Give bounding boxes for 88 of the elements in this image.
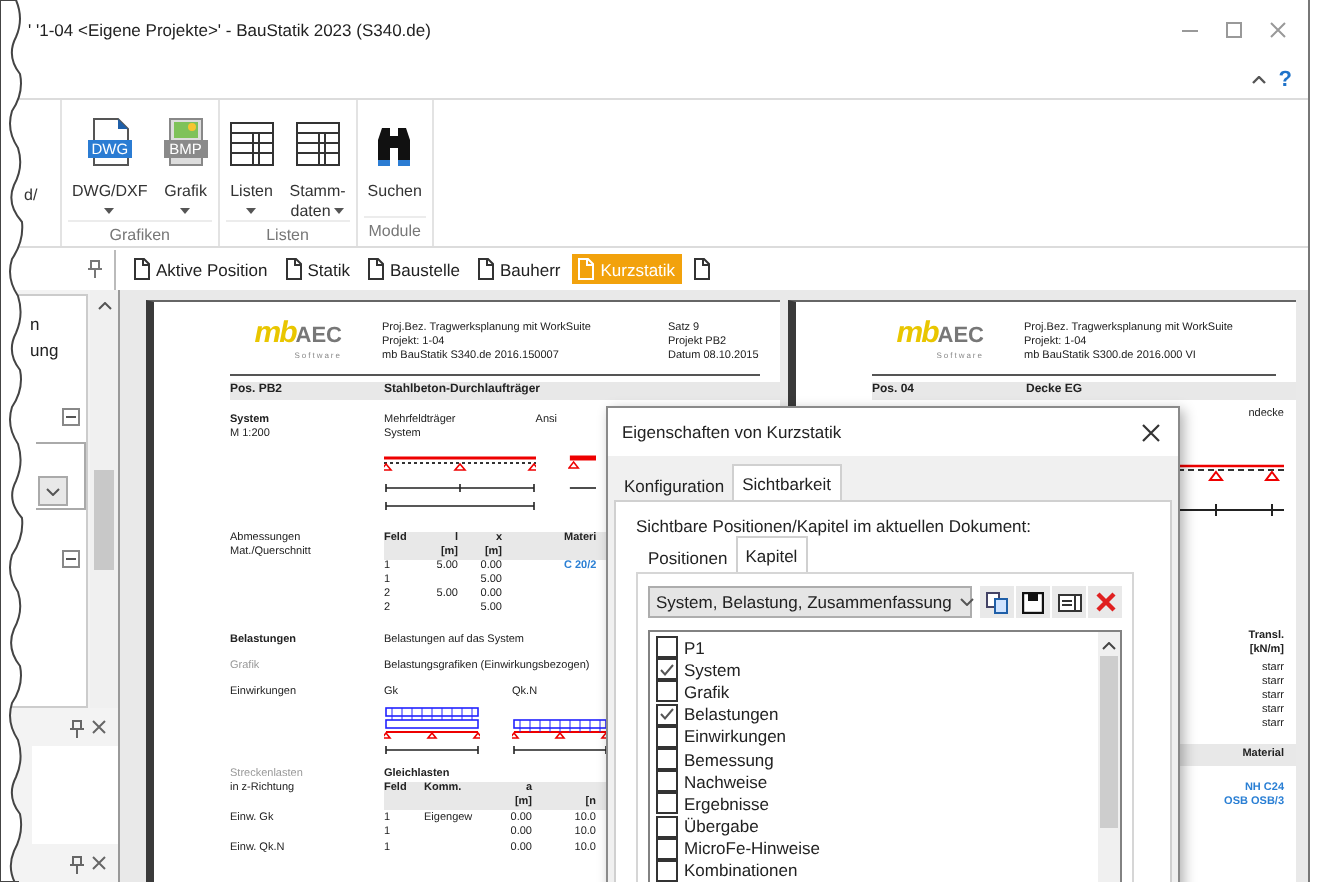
dropdown-field[interactable] bbox=[36, 442, 86, 510]
checkbox-label: Nachweise bbox=[684, 771, 768, 792]
checkbox[interactable] bbox=[656, 859, 678, 882]
checkbox-label: P1 bbox=[684, 637, 705, 658]
checkbox[interactable] bbox=[656, 815, 678, 838]
checkbox-label: Grafik bbox=[684, 681, 730, 702]
prompt-text: Sichtbare Positionen/Kapitel im aktuellen Dokument: bbox=[636, 516, 1031, 536]
list-button[interactable] bbox=[1052, 586, 1086, 618]
document-icon bbox=[134, 258, 150, 280]
document-icon bbox=[477, 258, 494, 280]
collapse-button[interactable] bbox=[62, 550, 80, 568]
chevron-down-icon bbox=[46, 487, 60, 495]
collapse-button[interactable] bbox=[62, 408, 80, 426]
save-icon bbox=[1022, 591, 1044, 613]
ribbon-group-label: Module bbox=[366, 222, 423, 244]
checkbox[interactable] bbox=[656, 792, 678, 815]
panel-text: n bbox=[30, 312, 42, 338]
checkbox[interactable] bbox=[656, 748, 678, 771]
copy-icon bbox=[986, 591, 1008, 613]
table-icon bbox=[295, 122, 340, 166]
delete-button[interactable] bbox=[1088, 586, 1122, 618]
checkbox-label: Einwirkungen bbox=[684, 726, 787, 747]
close-button[interactable] bbox=[1138, 419, 1164, 445]
ribbon-button-label: d/ bbox=[24, 186, 38, 204]
document-tab[interactable]: Bauherr bbox=[471, 254, 567, 284]
checkbox[interactable] bbox=[656, 680, 678, 703]
document-icon bbox=[693, 258, 710, 280]
binoculars-icon bbox=[376, 122, 413, 166]
document-tab[interactable]: Baustelle bbox=[362, 254, 466, 284]
copy-button[interactable] bbox=[980, 586, 1014, 618]
list-icon bbox=[1057, 593, 1081, 611]
checkmark-icon bbox=[660, 663, 674, 676]
checkbox-label: Kombinationen bbox=[684, 860, 798, 881]
close-icon bbox=[1270, 22, 1286, 38]
checkbox[interactable] bbox=[656, 658, 678, 681]
checkbox[interactable] bbox=[656, 703, 678, 726]
close-icon bbox=[92, 856, 106, 870]
document-icon bbox=[368, 258, 385, 280]
checkbox[interactable] bbox=[656, 636, 678, 659]
checkbox[interactable] bbox=[656, 725, 678, 748]
window-title: ' '1-04 <Eigene Projekte>' - BauStatik 2023 (S340.de) bbox=[28, 20, 433, 40]
ribbon-group-label: Listen bbox=[264, 226, 311, 246]
checkbox-label: MicroFe-Hinweise bbox=[684, 838, 821, 859]
save-button[interactable] bbox=[1016, 586, 1050, 618]
dialog-tab[interactable]: Konfiguration bbox=[616, 470, 733, 500]
checkmark-icon bbox=[660, 708, 674, 721]
help-button[interactable]: ? bbox=[1278, 67, 1292, 91]
load-diagram-drawing bbox=[384, 706, 480, 756]
close-icon bbox=[92, 719, 106, 734]
ribbon-button[interactable]: Listen bbox=[225, 106, 278, 220]
close-icon bbox=[1142, 423, 1160, 441]
minus-box-icon bbox=[62, 408, 80, 426]
ribbon-button[interactable]: Stamm- daten bbox=[285, 106, 350, 220]
pin-icon bbox=[70, 719, 84, 738]
checkbox-label: Bemessung bbox=[684, 749, 774, 770]
ribbon-button[interactable]: Suchen bbox=[363, 106, 426, 216]
delete-icon bbox=[1095, 592, 1115, 612]
checkbox-label: Belastungen bbox=[684, 704, 779, 725]
document-tab[interactable]: Aktive Position bbox=[128, 254, 274, 284]
pin-icon bbox=[70, 856, 84, 874]
chevron-down-icon bbox=[959, 598, 974, 606]
document-tab[interactable]: Statik bbox=[279, 254, 357, 284]
checkbox-label: Ergebnisse bbox=[684, 793, 770, 814]
maximize-icon bbox=[1226, 22, 1242, 38]
checkbox-label: Übergabe bbox=[684, 816, 759, 837]
scrollbar-thumb[interactable] bbox=[94, 470, 114, 570]
document-icon bbox=[285, 258, 302, 280]
scrollbar-thumb[interactable] bbox=[1100, 656, 1118, 828]
dialog-title: Eigenschaften von Kurzstatik bbox=[622, 422, 844, 442]
checkbox-label: System bbox=[684, 659, 741, 680]
chevron-up-icon bbox=[1252, 75, 1267, 83]
dialog-tab[interactable]: Positionen bbox=[640, 542, 736, 572]
pin-icon bbox=[88, 260, 102, 278]
checkbox[interactable] bbox=[656, 837, 678, 860]
ribbon-group-label: Grafiken bbox=[107, 226, 172, 246]
document-icon bbox=[578, 258, 595, 280]
scroll-up-icon bbox=[97, 302, 111, 310]
table-icon bbox=[229, 122, 274, 166]
pin-button[interactable] bbox=[70, 856, 84, 874]
dialog-tab[interactable]: Kapitel bbox=[735, 536, 808, 572]
panel-text: ung bbox=[30, 338, 61, 364]
pin-button[interactable] bbox=[70, 719, 84, 738]
checkbox[interactable] bbox=[656, 770, 678, 793]
scroll-up-icon bbox=[1102, 642, 1116, 650]
dialog-tab[interactable]: Sichtbarkeit bbox=[732, 464, 842, 500]
minus-box-icon bbox=[62, 550, 80, 568]
collapse-ribbon-button[interactable] bbox=[1252, 75, 1267, 83]
preset-dropdown[interactable]: System, Belastung, Zusammenfassung bbox=[648, 586, 972, 618]
